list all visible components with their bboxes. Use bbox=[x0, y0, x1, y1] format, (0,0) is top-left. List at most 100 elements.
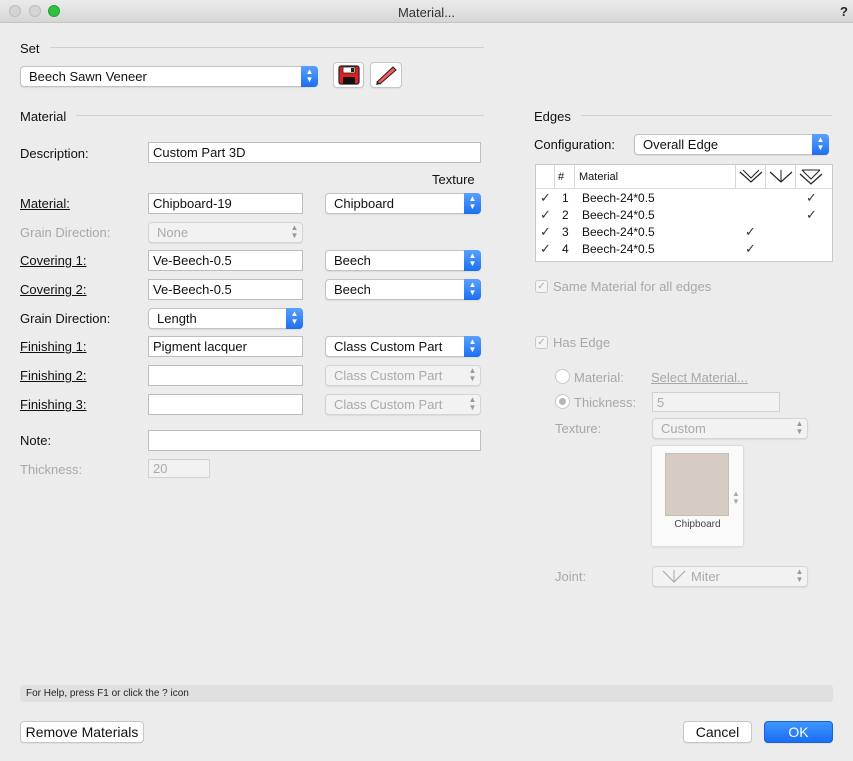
covering-2-texture-value: Beech bbox=[334, 282, 371, 297]
thickness-input-disabled: 20 bbox=[148, 459, 210, 478]
row-material: Beech-24*0.5 bbox=[582, 242, 655, 256]
description-input[interactable]: Custom Part 3D bbox=[148, 142, 481, 163]
row-material: Beech-24*0.5 bbox=[582, 191, 655, 205]
edges-table[interactable]: # Material ✓ 1 Beech-24*0.5 ✓ ✓ 2 Beech-… bbox=[535, 164, 833, 262]
edge-position-3-check-icon[interactable]: ✓ bbox=[806, 190, 817, 206]
edge-position-3-check-icon[interactable]: ✓ bbox=[806, 207, 817, 223]
covering-1-input[interactable]: Ve-Beech-0.5 bbox=[148, 250, 303, 271]
ok-button[interactable]: OK bbox=[764, 721, 833, 743]
row-enabled-check-icon[interactable]: ✓ bbox=[540, 190, 551, 206]
finishing-3-class-value: Class Custom Part bbox=[334, 397, 443, 412]
chipboard-swatch-image bbox=[665, 453, 729, 516]
row-num: 4 bbox=[562, 242, 569, 256]
finishing-2-label[interactable]: Finishing 2: bbox=[20, 368, 86, 383]
finishing-2-input[interactable] bbox=[148, 365, 303, 386]
finishing-2-class-select-disabled: Class Custom Part ▲ ▼ bbox=[325, 365, 481, 386]
grain-direction-selected: Length bbox=[157, 311, 197, 326]
thickness-label-disabled: Thickness: bbox=[20, 462, 83, 477]
same-material-checkbox[interactable]: ✓ bbox=[535, 280, 548, 293]
chevron-updown-icon: ▲ ▼ bbox=[301, 66, 318, 87]
finishing-1-class-value: Class Custom Part bbox=[334, 339, 443, 354]
remove-materials-button[interactable]: Remove Materials bbox=[20, 721, 144, 743]
finishing-1-input[interactable]: Pigment lacquer bbox=[148, 336, 303, 357]
material-divider bbox=[76, 115, 484, 116]
material-label[interactable]: Material: bbox=[20, 196, 70, 211]
row-enabled-check-icon[interactable]: ✓ bbox=[540, 207, 551, 223]
edge-position-1-check-icon[interactable]: ✓ bbox=[745, 241, 756, 257]
covering-1-label[interactable]: Covering 1: bbox=[20, 253, 86, 268]
edges-section-label: Edges bbox=[534, 109, 571, 124]
joint-select: Miter ▲ ▼ bbox=[652, 566, 808, 587]
row-enabled-check-icon[interactable]: ✓ bbox=[540, 224, 551, 240]
table-row[interactable]: ✓ 4 Beech-24*0.5 ✓ bbox=[536, 240, 832, 257]
has-edge-checkbox[interactable]: ✓ bbox=[535, 336, 548, 349]
row-enabled-check-icon[interactable]: ✓ bbox=[540, 241, 551, 257]
save-set-button[interactable] bbox=[333, 62, 364, 88]
finishing-2-class-value: Class Custom Part bbox=[334, 368, 443, 383]
cancel-button[interactable]: Cancel bbox=[683, 721, 752, 743]
texture-column-header: Texture bbox=[432, 172, 475, 187]
table-row[interactable]: ✓ 2 Beech-24*0.5 ✓ bbox=[536, 206, 832, 223]
chevron-updown-icon: ▲ ▼ bbox=[286, 308, 303, 329]
chevron-updown-icon: ▲ ▼ bbox=[464, 279, 481, 300]
set-select[interactable]: Beech Sawn Veneer ▲ ▼ bbox=[20, 66, 318, 87]
chevron-updown-icon: ▲ ▼ bbox=[464, 193, 481, 214]
description-label: Description: bbox=[20, 146, 89, 161]
column-divider bbox=[735, 165, 736, 189]
material-input[interactable]: Chipboard-19 bbox=[148, 193, 303, 214]
finishing-3-input[interactable] bbox=[148, 394, 303, 415]
miter-joint-icon bbox=[662, 570, 686, 583]
texture-swatch-card[interactable]: Chipboard ▲ ▼ bbox=[651, 445, 744, 547]
has-edge-label: Has Edge bbox=[553, 335, 611, 350]
covering-1-texture-select[interactable]: Beech ▲ ▼ bbox=[325, 250, 481, 271]
material-radio[interactable] bbox=[555, 369, 570, 384]
grain-direction-select[interactable]: Length ▲ ▼ bbox=[148, 308, 303, 329]
edge-position-3-icon[interactable] bbox=[798, 168, 824, 186]
chevron-updown-icon: ▲ ▼ bbox=[795, 419, 804, 436]
joint-value: Miter bbox=[691, 569, 720, 584]
help-icon[interactable]: ? bbox=[840, 4, 848, 19]
select-material-link[interactable]: Select Material... bbox=[651, 370, 748, 385]
column-divider bbox=[554, 165, 555, 189]
set-divider bbox=[50, 47, 484, 48]
table-row[interactable]: ✓ 1 Beech-24*0.5 ✓ bbox=[536, 189, 832, 206]
grain-direction-label: Grain Direction: bbox=[20, 311, 111, 326]
finishing-1-label[interactable]: Finishing 1: bbox=[20, 339, 86, 354]
grain-direction-label-disabled: Grain Direction: bbox=[20, 225, 111, 240]
finishing-1-class-select[interactable]: Class Custom Part ▲ ▼ bbox=[325, 336, 481, 357]
set-section-label: Set bbox=[20, 41, 40, 56]
note-input[interactable] bbox=[148, 430, 481, 451]
chevron-updown-icon: ▲ ▼ bbox=[464, 250, 481, 271]
material-texture-select[interactable]: Chipboard ▲ ▼ bbox=[325, 193, 481, 214]
material-texture-value: Chipboard bbox=[334, 196, 394, 211]
covering-1-texture-value: Beech bbox=[334, 253, 371, 268]
edge-position-1-icon[interactable] bbox=[738, 168, 764, 186]
edit-set-button[interactable] bbox=[370, 62, 402, 88]
thickness-radio[interactable] bbox=[555, 394, 570, 409]
edge-position-2-icon[interactable] bbox=[768, 168, 794, 186]
covering-2-label[interactable]: Covering 2: bbox=[20, 282, 86, 297]
joint-label: Joint: bbox=[555, 569, 587, 584]
same-material-label: Same Material for all edges bbox=[553, 279, 712, 294]
edge-thickness-input: 5 bbox=[652, 392, 780, 412]
column-divider bbox=[795, 165, 796, 189]
configuration-select[interactable]: Overall Edge ▲ ▼ bbox=[634, 134, 829, 155]
edges-divider bbox=[581, 115, 832, 116]
covering-2-texture-select[interactable]: Beech ▲ ▼ bbox=[325, 279, 481, 300]
swatch-stepper-icon[interactable]: ▲ ▼ bbox=[732, 490, 740, 506]
thickness-radio-label: Thickness: bbox=[574, 395, 637, 410]
material-radio-label: Material: bbox=[574, 370, 624, 385]
status-bar: For Help, press F1 or click the ? icon bbox=[20, 685, 833, 702]
chevron-updown-icon: ▲ ▼ bbox=[468, 366, 477, 383]
grain-direction-value: None bbox=[157, 225, 189, 240]
covering-2-input[interactable]: Ve-Beech-0.5 bbox=[148, 279, 303, 300]
finishing-3-label[interactable]: Finishing 3: bbox=[20, 397, 86, 412]
table-row[interactable]: ✓ 3 Beech-24*0.5 ✓ bbox=[536, 223, 832, 240]
edge-texture-select: Custom ▲ ▼ bbox=[652, 418, 808, 439]
radio-dot bbox=[559, 398, 566, 405]
column-divider bbox=[765, 165, 766, 189]
grain-direction-select-disabled: None ▲ ▼ bbox=[148, 222, 303, 243]
edge-texture-value: Custom bbox=[661, 421, 706, 436]
column-divider bbox=[574, 165, 575, 189]
edge-position-1-check-icon[interactable]: ✓ bbox=[745, 224, 756, 240]
